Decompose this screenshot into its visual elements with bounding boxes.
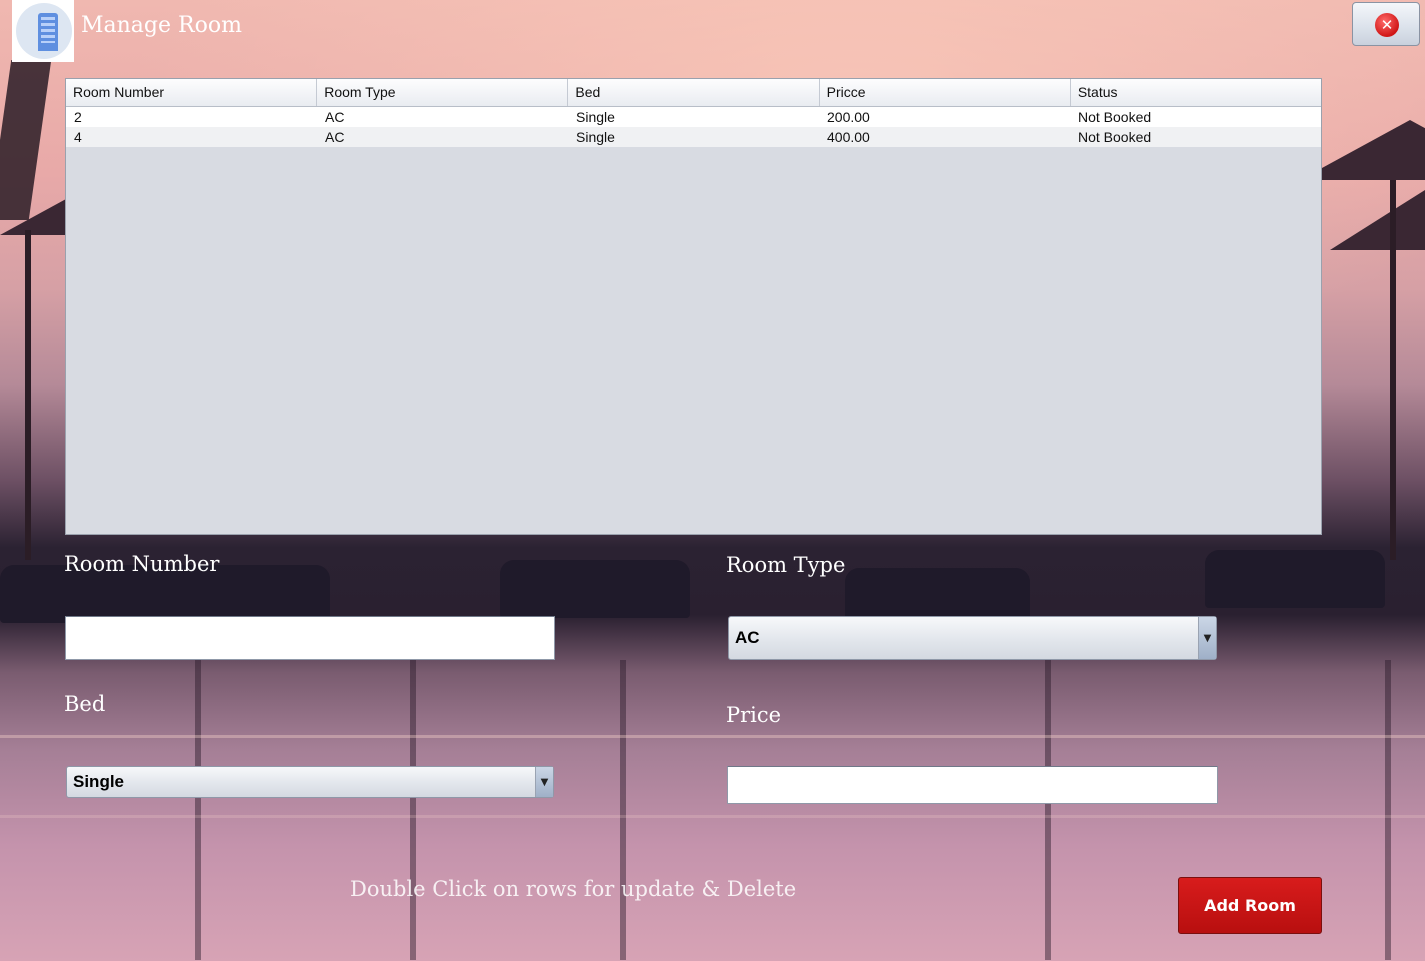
umbrella-pole: [1390, 180, 1396, 560]
umbrella-pole: [25, 230, 31, 560]
lounger-silhouette: [500, 560, 690, 618]
room-type-select[interactable]: AC ▼: [728, 616, 1217, 660]
room-type-selected-value: AC: [735, 628, 760, 647]
water-reflection: [1385, 660, 1391, 960]
water-reflection: [410, 660, 416, 960]
water-reflection: [620, 660, 626, 960]
cell-price: 200.00: [827, 109, 870, 125]
column-header-price[interactable]: Pricce: [820, 79, 1071, 106]
cell-status: Not Booked: [1078, 109, 1152, 125]
column-header-status[interactable]: Status: [1071, 79, 1321, 106]
close-icon: ✕: [1375, 13, 1399, 37]
column-header-room-number[interactable]: Room Number: [66, 79, 318, 106]
water-ripple: [0, 735, 1425, 738]
bed-label: Bed: [64, 692, 106, 716]
window-title: Manage Room: [81, 13, 242, 38]
cell-room-number: 2: [74, 109, 82, 125]
room-number-input[interactable]: [65, 616, 555, 660]
cell-price: 400.00: [827, 129, 870, 145]
rooms-table[interactable]: Room Number Room Type Bed Pricce Status …: [65, 78, 1322, 535]
manage-room-window: Manage Room ✕ Room Number Room Type Bed …: [0, 0, 1425, 961]
close-button[interactable]: ✕: [1352, 2, 1420, 46]
hint-text: Double Click on rows for update & Delete: [350, 877, 797, 901]
cell-bed: Single: [576, 129, 615, 145]
chevron-down-icon[interactable]: ▼: [1198, 617, 1216, 659]
water-reflection: [1045, 660, 1051, 960]
bed-selected-value: Single: [73, 772, 125, 791]
column-header-room-type[interactable]: Room Type: [317, 79, 569, 106]
cell-bed: Single: [576, 109, 615, 125]
table-row[interactable]: 2 AC Single 200.00 Not Booked: [66, 107, 1321, 127]
room-number-label: Room Number: [64, 552, 220, 576]
bed-select[interactable]: Single ▼: [66, 766, 554, 798]
add-room-button[interactable]: Add Room: [1178, 877, 1322, 934]
cell-room-type: AC: [325, 129, 345, 145]
column-header-bed[interactable]: Bed: [568, 79, 820, 106]
water-reflection: [195, 660, 201, 960]
table-row[interactable]: 4 AC Single 400.00 Not Booked: [66, 127, 1321, 147]
cell-room-number: 4: [74, 129, 82, 145]
cell-status: Not Booked: [1078, 129, 1152, 145]
hotel-building-icon: [16, 3, 72, 59]
table-header: Room Number Room Type Bed Pricce Status: [66, 79, 1321, 107]
app-logo: [12, 0, 74, 62]
umbrella-silhouette: [1330, 190, 1425, 250]
chevron-down-icon[interactable]: ▼: [535, 767, 553, 797]
lounger-silhouette: [1205, 550, 1385, 608]
cell-room-type: AC: [325, 109, 345, 125]
price-label: Price: [726, 703, 782, 727]
water-ripple: [0, 815, 1425, 818]
room-type-label: Room Type: [726, 553, 846, 577]
price-input[interactable]: [727, 766, 1218, 804]
